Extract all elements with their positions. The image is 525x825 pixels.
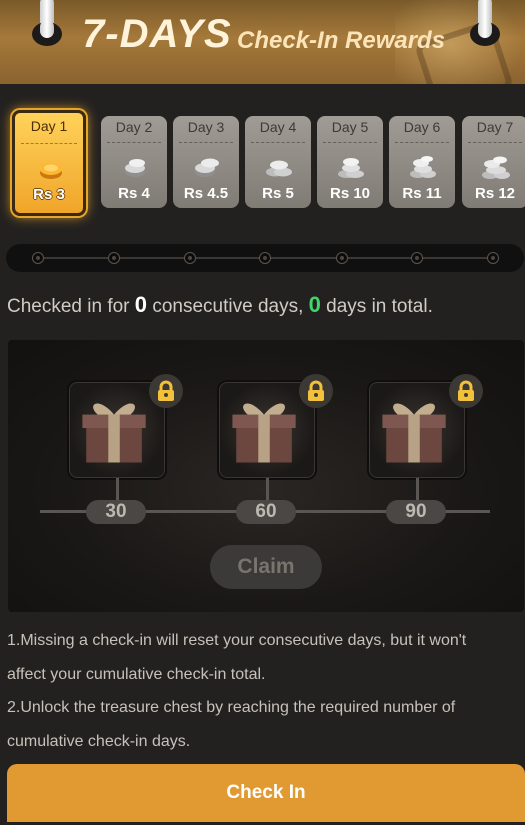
- day-label: Day 4: [259, 119, 297, 135]
- silver-coins-icon: [195, 158, 219, 177]
- silver-coin-heap-icon: [482, 156, 510, 179]
- day-amount: Rs 10: [329, 185, 371, 202]
- day-rewards-row: Day 1 Rs 3 Day 2 Rs 4 Day 3 Rs 4.5 Day 4: [0, 108, 525, 218]
- silver-coin-stack-icon: [338, 158, 364, 178]
- progress-dot: [259, 252, 271, 264]
- status-suffix: days in total.: [326, 296, 433, 317]
- day-label: Day 1: [30, 118, 68, 134]
- progress-dot: [184, 252, 196, 264]
- rule-line: cumulative check-in days.: [7, 732, 191, 750]
- progress-dot: [487, 252, 499, 264]
- day-card-7[interactable]: Day 7 Rs 12: [462, 116, 525, 208]
- consecutive-count: 0: [134, 292, 148, 317]
- day-label: Day 5: [331, 119, 369, 135]
- status-middle: consecutive days,: [152, 296, 304, 317]
- rule-line: 1.Missing a check-in will reset your con…: [7, 632, 467, 649]
- progress-dot: [32, 252, 44, 264]
- milestone-30: 30: [86, 500, 146, 524]
- day-amount: Rs 5: [262, 185, 294, 202]
- progress-dot: [411, 252, 423, 264]
- day-amount: Rs 11: [402, 185, 442, 202]
- header-banner: 7-DAYS Check-In Rewards: [0, 0, 525, 84]
- lock-icon: [449, 374, 483, 408]
- milestone-60: 60: [236, 500, 296, 524]
- day-amount: Rs 4: [118, 185, 150, 202]
- silver-coin-pile-icon: [410, 156, 436, 178]
- check-in-button[interactable]: Check In: [7, 764, 525, 822]
- binder-ring-left-icon: [32, 0, 62, 50]
- progress-track: [6, 244, 524, 272]
- day-amount: Rs 4.5: [183, 185, 229, 202]
- silver-coins-icon: [266, 160, 292, 177]
- progress-dot: [108, 252, 120, 264]
- day-amount: Rs 3: [33, 186, 65, 203]
- rules-text: 1.Missing a check-in will reset your con…: [7, 624, 517, 758]
- status-prefix: Checked in for: [7, 296, 130, 317]
- checkin-status-text: Checked in for 0 consecutive days, 0 day…: [7, 292, 433, 318]
- day-card-3[interactable]: Day 3 Rs 4.5: [173, 116, 239, 208]
- rule-line: affect your cumulative check-in total.: [7, 665, 266, 683]
- gift-box-icon: [82, 403, 146, 463]
- lock-icon: [149, 374, 183, 408]
- day-card-6[interactable]: Day 6 Rs 11: [389, 116, 455, 208]
- total-count: 0: [308, 292, 321, 317]
- day-label: Day 2: [115, 119, 153, 135]
- day-amount: Rs 12: [474, 185, 516, 202]
- day-card-2[interactable]: Day 2 Rs 4: [101, 116, 167, 208]
- day-card-5[interactable]: Day 5 Rs 10: [317, 116, 383, 208]
- silver-coin-icon: [125, 159, 145, 177]
- gift-box-icon: [232, 403, 296, 463]
- title-main: 7-DAYS: [82, 12, 232, 56]
- title-sub: Check-In Rewards: [237, 27, 446, 54]
- day-card-4[interactable]: Day 4 Rs 5: [245, 116, 311, 208]
- claim-button[interactable]: Claim: [210, 545, 322, 589]
- milestone-90: 90: [386, 500, 446, 524]
- binder-ring-right-icon: [470, 0, 500, 50]
- day-label: Day 7: [476, 119, 514, 135]
- day-label: Day 6: [403, 119, 441, 135]
- gift-box-icon: [382, 403, 446, 463]
- gold-coin-icon: [40, 163, 62, 179]
- day-card-1[interactable]: Day 1 Rs 3: [12, 110, 86, 216]
- lock-icon: [299, 374, 333, 408]
- rule-line: 2.Unlock the treasure chest by reaching …: [7, 699, 456, 716]
- day-label: Day 3: [187, 119, 225, 135]
- progress-dot: [336, 252, 348, 264]
- cumulative-rewards-panel: 30 60 90 Claim: [8, 340, 524, 612]
